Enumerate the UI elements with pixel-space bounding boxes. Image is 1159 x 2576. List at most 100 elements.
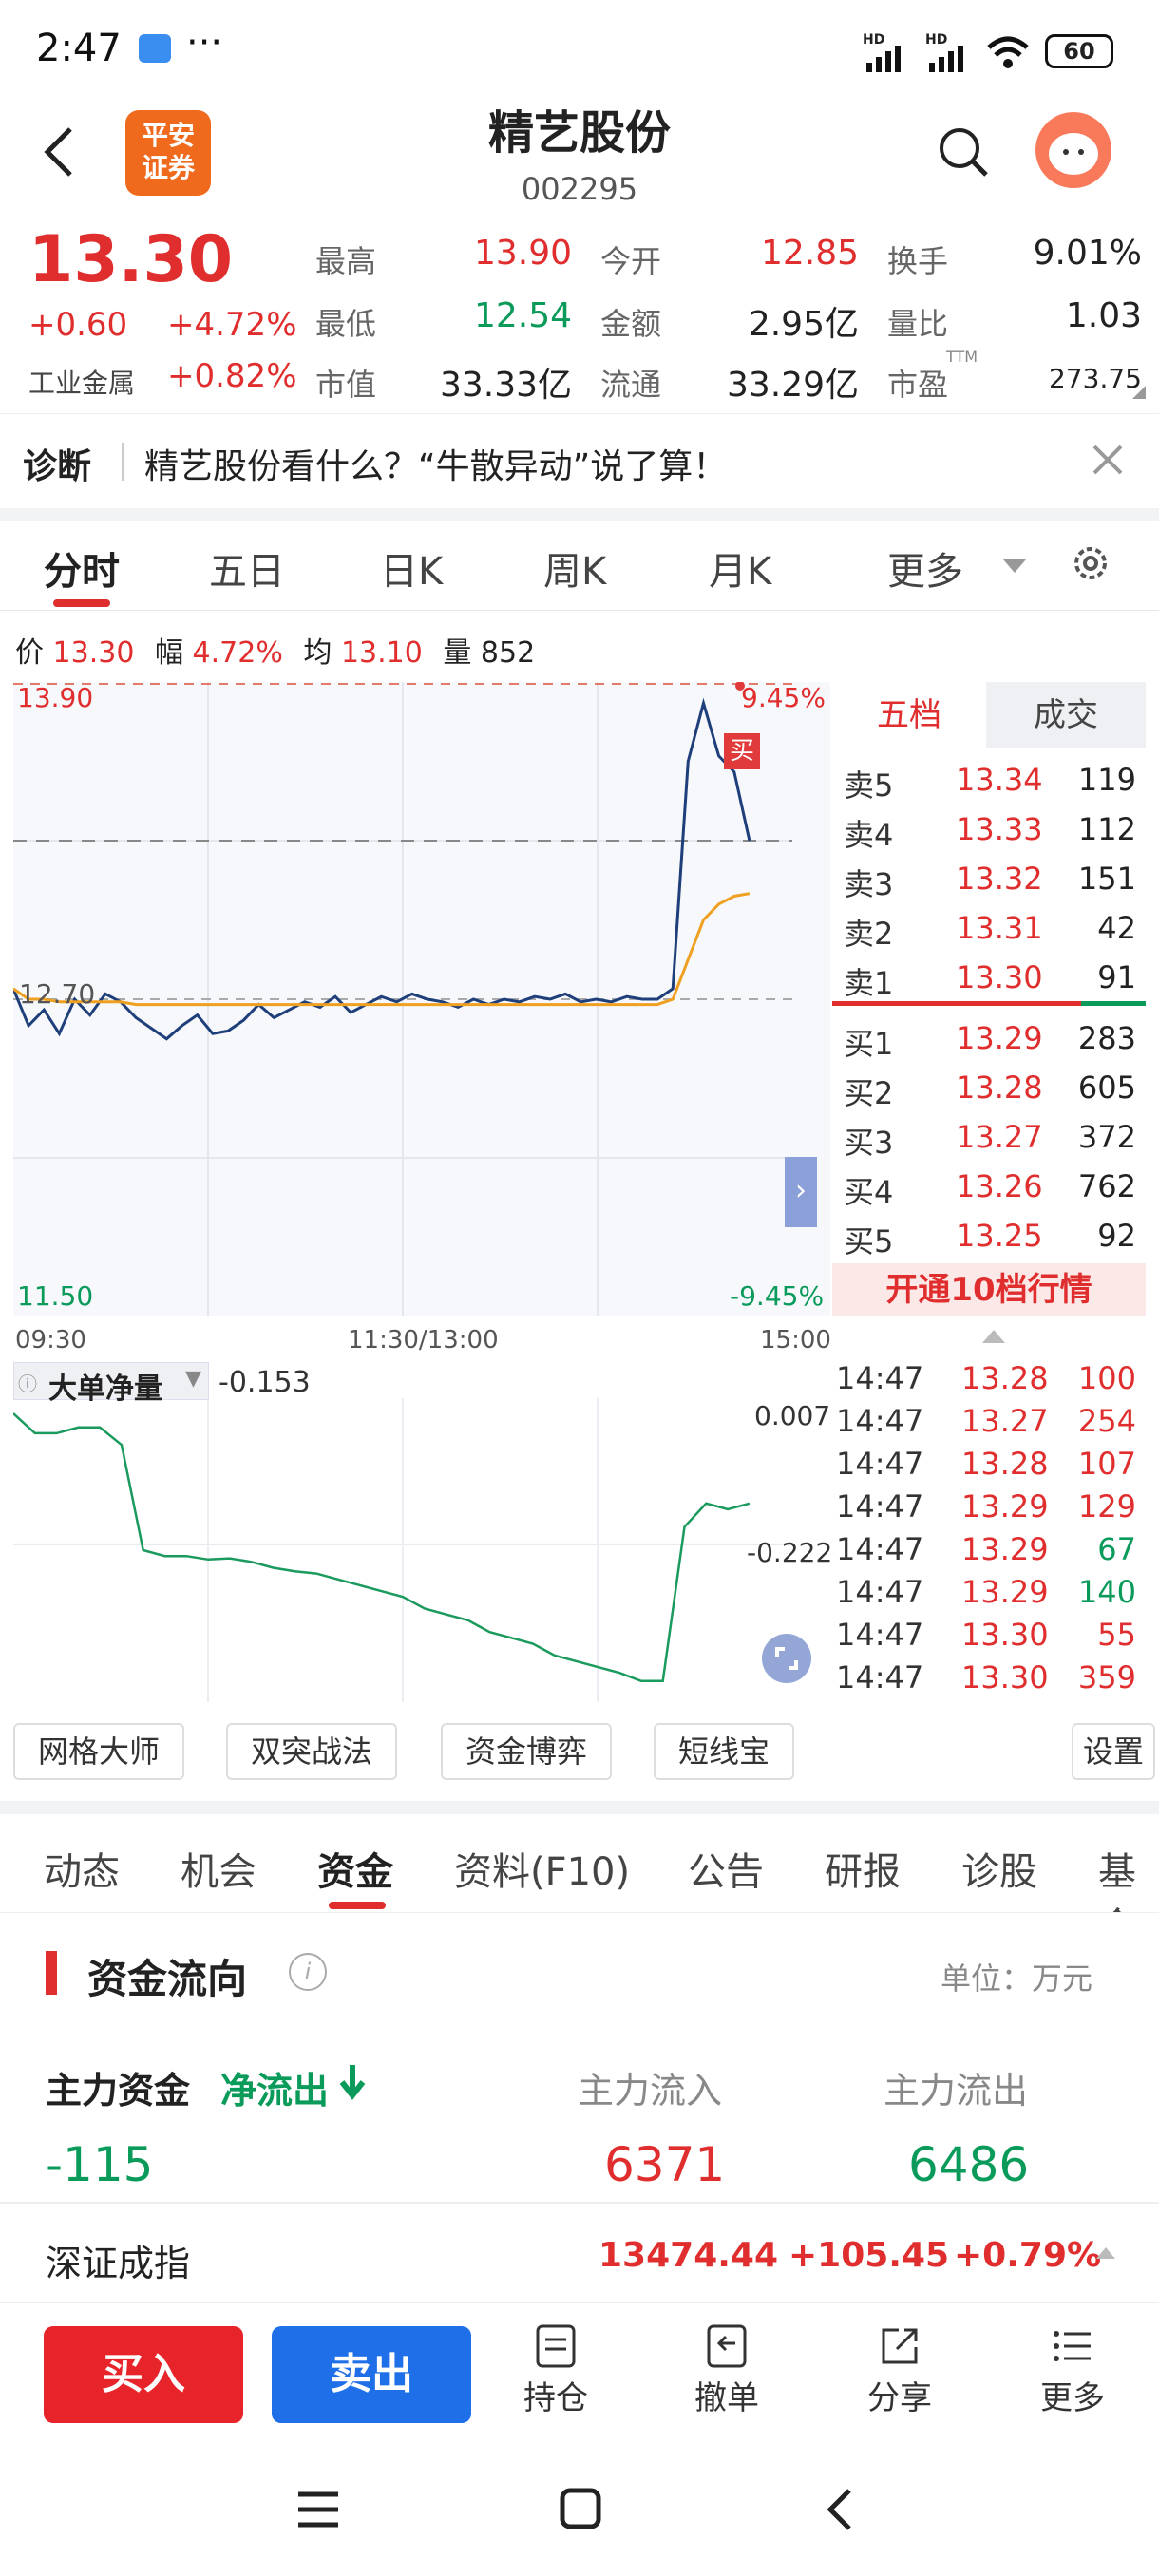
tick-time: 14:47 — [836, 1659, 924, 1695]
tick-price: 13.30 — [961, 1659, 1049, 1695]
inflow-value: 6371 — [604, 2137, 726, 2192]
double-breakout-button[interactable]: 双突战法 — [226, 1723, 397, 1780]
intraday-chart[interactable]: 13.90 9.45% 12.70 11.50 -9.45% 买 › — [13, 682, 830, 1316]
position-label: 持仓 — [523, 2379, 588, 2417]
diagnosis-text: 精艺股份看什么？“牛散异动”说了算！ — [144, 447, 728, 486]
x-label-close: 15:00 — [760, 1326, 831, 1354]
open-value: 12.85 — [760, 234, 859, 273]
sell-row[interactable]: 卖3 13.32 151 — [832, 853, 1146, 902]
tick-volume: 140 — [1077, 1574, 1136, 1610]
chevron-up-icon[interactable] — [982, 1330, 1005, 1343]
tab-five-day[interactable]: 五日 — [209, 540, 285, 596]
tab-news[interactable]: 动态 — [44, 1841, 120, 1896]
tab-five-level[interactable]: 五档 — [832, 682, 986, 748]
tab-more[interactable]: 更多 — [887, 540, 963, 596]
sell-button[interactable]: 卖出 — [272, 2326, 471, 2423]
expand-orderbook-button[interactable]: › — [785, 1157, 817, 1227]
fund-game-button[interactable]: 资金博弈 — [441, 1723, 612, 1780]
high-value: 13.90 — [473, 234, 572, 273]
tick-price: 13.28 — [961, 1446, 1049, 1482]
app-notification-icon — [139, 34, 171, 63]
grid-master-button[interactable]: 网格大师 — [13, 1723, 184, 1780]
buy-price: 13.28 — [956, 1070, 1043, 1106]
trade-tick-row: 14:47 13.30 359 — [832, 1656, 1146, 1698]
action-bar: 买入 卖出 持仓 撤单 分享 更多 — [0, 2302, 1159, 2445]
upgrade-level10-button[interactable]: 开通10档行情 — [832, 1263, 1146, 1316]
sell-row[interactable]: 卖1 13.30 91 — [832, 952, 1146, 1001]
buy-row[interactable]: 买4 13.26 762 — [832, 1161, 1146, 1210]
sell-price: 13.32 — [956, 861, 1043, 897]
settings-button[interactable]: 设置 — [1072, 1723, 1155, 1780]
sell-level-label: 卖1 — [844, 965, 894, 1001]
buy-row[interactable]: 买1 13.29 283 — [832, 1013, 1146, 1062]
close-icon[interactable] — [1089, 441, 1127, 483]
expand-corner-icon[interactable] — [1132, 386, 1146, 399]
search-icon[interactable] — [937, 125, 990, 182]
home-icon[interactable] — [559, 2487, 602, 2534]
info-icon[interactable]: i — [289, 1953, 327, 1991]
indicator-value: -0.153 — [218, 1366, 311, 1399]
buy-row[interactable]: 买2 13.28 605 — [832, 1062, 1146, 1111]
price-change: +0.60 — [28, 306, 128, 344]
fullscreen-icon[interactable] — [762, 1634, 811, 1683]
tick-time: 14:47 — [836, 1403, 924, 1439]
index-ticker[interactable]: 深证成指 13474.44 +105.45 +0.79% — [0, 2202, 1159, 2302]
more-button[interactable]: 更多 — [1030, 2324, 1115, 2418]
tab-funds[interactable]: 资金 — [317, 1841, 393, 1896]
info-icon[interactable]: ⓘ — [18, 1369, 37, 1396]
buy-button[interactable]: 买入 — [44, 2326, 243, 2423]
active-tab-indicator — [53, 599, 110, 607]
recent-apps-icon[interactable] — [296, 2489, 340, 2534]
wifi-icon — [986, 36, 1030, 74]
tab-fund[interactable]: 基金 — [1098, 1841, 1159, 1912]
tab-weekly-k[interactable]: 周K — [543, 540, 606, 596]
tab-opportunity[interactable]: 机会 — [180, 1841, 256, 1896]
sell-row[interactable]: 卖4 13.33 112 — [832, 804, 1146, 853]
big-order-chart[interactable]: ⓘ 大单净量 ▼ -0.153 0.007 -0.222 — [13, 1360, 832, 1702]
unit-label: 单位：万元 — [940, 1960, 1093, 1997]
short-term-button[interactable]: 短线宝 — [654, 1723, 794, 1780]
tab-diagnose[interactable]: 诊股 — [961, 1841, 1037, 1896]
indicator-selector[interactable]: ⓘ 大单净量 ▼ — [13, 1362, 209, 1406]
tab-daily-k[interactable]: 日K — [380, 540, 443, 596]
sell-row[interactable]: 卖5 13.34 119 — [832, 754, 1146, 804]
more-notifications-icon: ··· — [186, 21, 223, 65]
back-nav-icon[interactable] — [821, 2487, 859, 2536]
sell-volume: 42 — [1097, 910, 1136, 946]
tab-announcements[interactable]: 公告 — [688, 1841, 764, 1896]
buy-volume: 372 — [1077, 1119, 1136, 1155]
gear-icon[interactable] — [1068, 540, 1113, 590]
expand-up-icon[interactable] — [1096, 2247, 1115, 2259]
tick-price: 13.28 — [961, 1360, 1049, 1396]
buy-row[interactable]: 买3 13.27 372 — [832, 1111, 1146, 1161]
buy-level-label: 买3 — [844, 1125, 894, 1161]
sell-divider — [832, 1001, 1081, 1006]
average-price-line — [13, 892, 750, 1007]
status-bar: 2:47 ··· HD HD 60 — [0, 0, 1159, 95]
chevron-down-icon[interactable] — [1003, 559, 1026, 573]
tab-research[interactable]: 研报 — [825, 1841, 901, 1896]
main-fund-label: 主力资金 — [46, 2070, 191, 2112]
cancel-order-button[interactable]: 撤单 — [684, 2324, 770, 2418]
buy-row[interactable]: 买5 13.25 92 — [832, 1210, 1146, 1260]
outflow-label: 主力流出 — [884, 2070, 1029, 2112]
buy-price: 13.26 — [956, 1168, 1043, 1204]
share-button[interactable]: 分享 — [857, 2324, 942, 2418]
tab-trades[interactable]: 成交 — [986, 682, 1146, 748]
back-button[interactable] — [40, 123, 78, 184]
sell-price: 13.34 — [956, 762, 1043, 798]
tick-volume: 129 — [1077, 1488, 1136, 1525]
tab-profile[interactable]: 资料(F10) — [454, 1841, 630, 1896]
diagnosis-banner[interactable]: 诊断 精艺股份看什么？“牛散异动”说了算！ — [0, 413, 1159, 508]
position-button[interactable]: 持仓 — [513, 2324, 598, 2418]
sell-volume: 119 — [1077, 762, 1136, 798]
sell-row[interactable]: 卖2 13.31 42 — [832, 902, 1146, 952]
buy-price: 13.27 — [956, 1119, 1043, 1155]
tab-monthly-k[interactable]: 月K — [709, 540, 771, 596]
sector-name[interactable]: 工业金属 — [28, 363, 135, 401]
document-icon — [536, 2324, 576, 2368]
pct-top-label: 9.45% — [741, 682, 826, 713]
trade-tick-row: 14:47 13.28 100 — [832, 1356, 1146, 1399]
avatar[interactable] — [1036, 112, 1112, 188]
tab-intraday[interactable]: 分时 — [44, 540, 120, 596]
